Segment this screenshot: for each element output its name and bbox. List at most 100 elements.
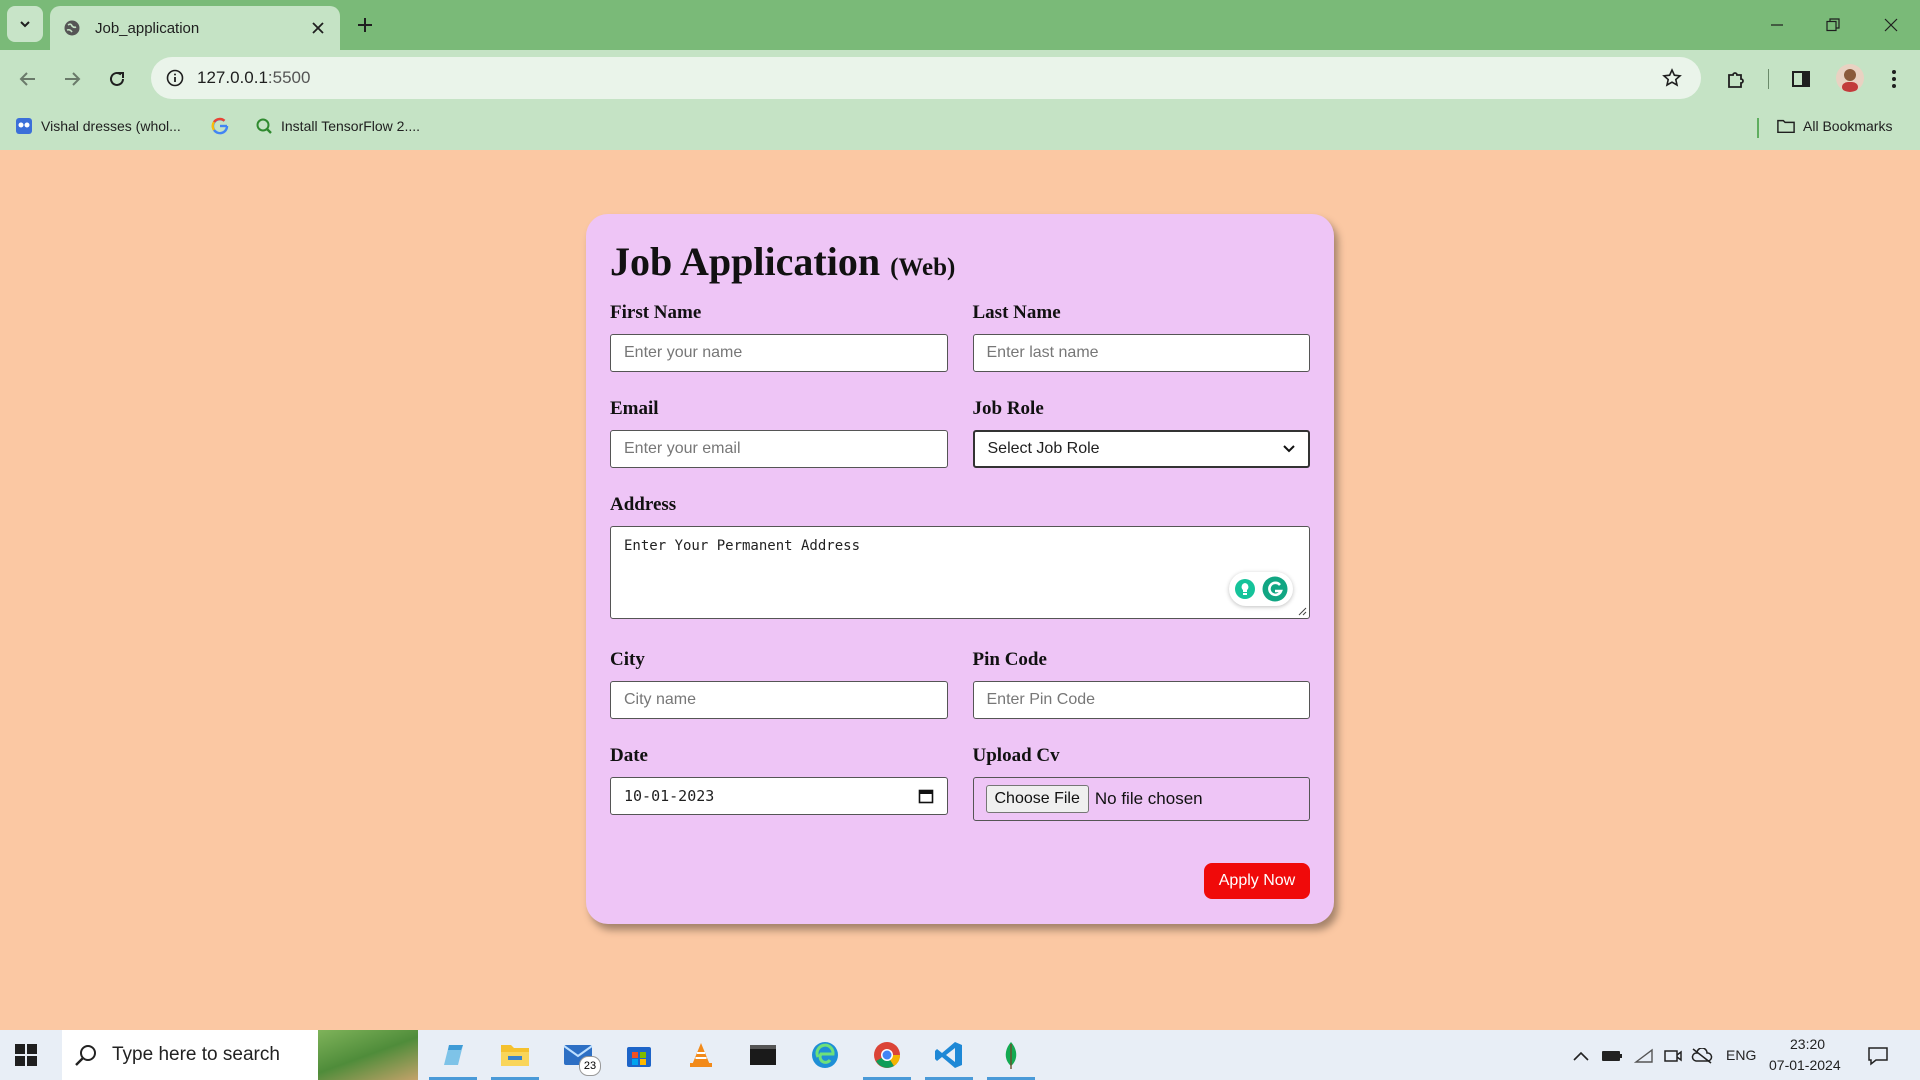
clock-date[interactable]: 07-01-2024 [1769,1057,1841,1073]
taskbar-app-vscode[interactable] [925,1038,973,1080]
last-name-input[interactable] [972,334,1310,372]
restore-button[interactable] [1818,10,1848,40]
grammarly-widget[interactable] [1229,572,1293,606]
store-icon [627,1047,651,1067]
show-hidden-icons-chevron-up-icon[interactable] [1570,1045,1592,1067]
notifications-icon[interactable] [1867,1045,1889,1067]
calendar-icon[interactable] [918,788,934,804]
address-label: Address [610,494,677,515]
browser-toolbar: 127.0.0.1:5500 [0,50,1920,108]
bookmark-vishal-dresses[interactable]: Vishal dresses (whol... [15,108,181,144]
apply-now-button[interactable]: Apply Now [1204,863,1310,899]
email-input[interactable] [610,430,948,468]
camera-usage-icon[interactable] [1662,1045,1684,1067]
taskbar-app-edge[interactable] [808,1038,842,1072]
close-tab-icon[interactable] [306,16,330,40]
taskbar-search-box[interactable]: Type here to search [62,1030,418,1080]
pin-code-label: Pin Code [972,649,1047,670]
taskbar-app-notepad[interactable] [429,1038,477,1080]
taskbar-app-mail[interactable]: 23 [561,1038,601,1076]
all-bookmarks-button[interactable]: All Bookmarks [1777,108,1892,144]
address-bar[interactable]: 127.0.0.1:5500 [151,57,1701,99]
puzzle-icon [1728,72,1744,88]
language-indicator[interactable]: ENG [1726,1047,1756,1063]
upload-cv-input: Choose File No file chosen [972,777,1310,821]
tab-title: Job_application [95,19,200,37]
search-placeholder: Type here to search [112,1044,280,1065]
chevron-down-icon [20,21,30,28]
date-input[interactable]: 10-01-2023 [610,777,948,815]
windows-start-icon[interactable] [14,1043,38,1067]
pin-code-input[interactable] [972,681,1310,719]
arrow-right-icon [65,72,81,86]
taskbar-app-mongodb[interactable] [987,1038,1035,1080]
job-role-select[interactable]: Select Job Role [972,430,1310,468]
restore-icon [1826,18,1840,32]
new-tab-button[interactable] [352,12,378,38]
address-placeholder: Enter Your Permanent Address [624,538,861,554]
close-icon [1884,18,1898,32]
first-name-input[interactable] [610,334,948,372]
bookmark-label: Vishal dresses (whol... [41,118,181,134]
menu-button[interactable] [1879,64,1909,94]
clock-time[interactable]: 23:20 [1790,1036,1825,1052]
terminal-icon [750,1045,776,1065]
side-panel-icon [1792,71,1810,87]
site-info-icon[interactable] [163,66,187,90]
bookmarks-divider [1757,118,1759,138]
address-textarea[interactable]: Enter Your Permanent Address [610,526,1310,619]
upload-cv-label: Upload Cv [972,745,1060,766]
profile-avatar[interactable] [1836,64,1864,92]
form-subtitle: (Web) [890,254,956,281]
extensions-button[interactable] [1721,64,1751,94]
taskbar-app-terminal[interactable] [746,1038,780,1072]
wifi-icon[interactable] [1633,1045,1655,1067]
tab-search-button[interactable] [7,6,43,42]
chrome-icon [874,1042,901,1068]
city-label: City [610,649,645,670]
bookmarks-bar: Vishal dresses (whol... Install TensorFl… [0,108,1920,150]
grammarly-icon [1262,576,1288,602]
minimize-button[interactable] [1762,10,1792,40]
mongodb-leaf-icon [1005,1042,1017,1069]
bulb-icon [1235,579,1255,599]
tab-job-application[interactable]: Job_application [50,6,340,50]
folder-icon [501,1045,529,1066]
search-q-icon [255,117,273,135]
taskbar-app-store[interactable] [622,1038,656,1072]
taskbar-app-vlc[interactable] [684,1038,718,1072]
battery-icon[interactable] [1601,1045,1623,1067]
search-highlight-image [318,1030,418,1080]
choose-file-button[interactable]: Choose File [985,785,1089,813]
bookmark-star-icon[interactable] [1659,65,1685,91]
search-icon [74,1043,98,1067]
toolbar-divider [1768,69,1769,89]
form-title: Job Application (Web) [610,239,956,284]
all-bookmarks-label: All Bookmarks [1803,118,1893,134]
bookmark-install-tensorflow[interactable]: Install TensorFlow 2.... [255,108,420,144]
back-button[interactable] [13,64,43,94]
bookmark-google[interactable] [211,108,237,144]
resize-grip-icon[interactable] [1297,606,1307,616]
taskbar-app-file-explorer[interactable] [491,1038,539,1080]
bookmark-label: Install TensorFlow 2.... [281,118,421,134]
mail-badge: 23 [579,1056,601,1076]
date-value: 10-01-2023 [624,787,715,805]
reload-button[interactable] [102,64,132,94]
forward-button[interactable] [57,64,87,94]
city-input[interactable] [610,681,948,719]
close-window-button[interactable] [1876,10,1906,40]
onedrive-offline-icon[interactable] [1691,1045,1713,1067]
chevron-down-icon [1283,445,1295,453]
url-text[interactable]: 127.0.0.1:5500 [197,68,1659,88]
first-name-label: First Name [610,302,702,323]
windows-taskbar: Type here to search 23 ENG 23:20 07-01-2… [0,1030,1920,1080]
side-panel-button[interactable] [1786,64,1816,94]
google-icon [211,117,229,135]
taskbar-app-chrome[interactable] [863,1038,911,1080]
globe-icon [63,19,81,37]
date-label: Date [610,745,648,766]
reload-icon [110,71,124,86]
arrow-left-icon [19,72,35,86]
job-application-form: Job Application (Web) First Name Last Na… [586,214,1334,924]
